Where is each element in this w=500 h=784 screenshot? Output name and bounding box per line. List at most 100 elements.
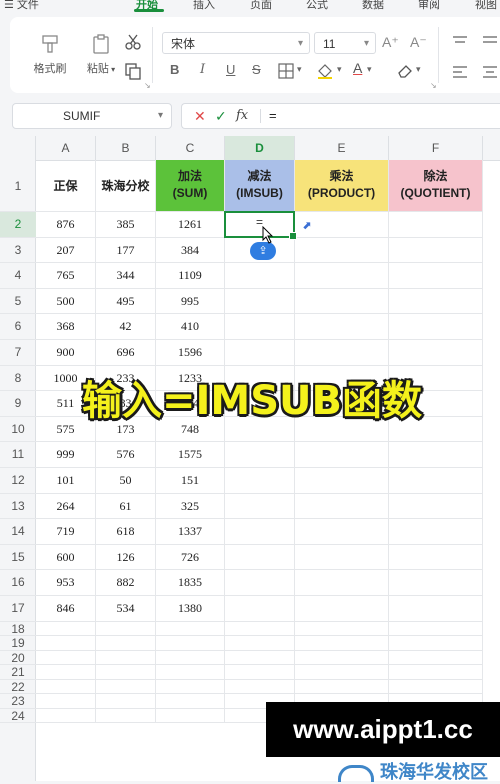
menu-item-4[interactable]: 公式 bbox=[306, 0, 328, 12]
strikethrough-button[interactable]: S bbox=[252, 62, 261, 77]
copy-icon[interactable] bbox=[124, 62, 142, 80]
cell-a14[interactable]: 719 bbox=[36, 519, 96, 545]
header-cell-c[interactable]: 加法 (SUM) bbox=[156, 160, 225, 212]
row-header-5[interactable]: 5 bbox=[0, 289, 36, 315]
cell-d11[interactable] bbox=[225, 442, 295, 468]
cell-a6[interactable]: 368 bbox=[36, 314, 96, 340]
cell-f4[interactable] bbox=[389, 263, 483, 289]
cell-e19[interactable] bbox=[295, 636, 389, 651]
row-header-13[interactable]: 13 bbox=[0, 494, 36, 520]
row-header-10[interactable]: 10 bbox=[0, 417, 36, 443]
cell-b6[interactable]: 42 bbox=[96, 314, 156, 340]
cell-a13[interactable]: 264 bbox=[36, 493, 96, 520]
cell-a24[interactable] bbox=[36, 708, 96, 724]
cell-f17[interactable] bbox=[389, 596, 483, 622]
cell-c16[interactable]: 1835 bbox=[156, 570, 225, 596]
cell-f22[interactable] bbox=[389, 679, 483, 695]
underline-button[interactable]: U bbox=[226, 62, 235, 77]
chevron-down-icon[interactable]: ▾ bbox=[158, 104, 163, 128]
menu-item-6[interactable]: 审阅 bbox=[418, 0, 440, 12]
cell-c6[interactable]: 410 bbox=[156, 314, 225, 340]
row-header-22[interactable]: 22 bbox=[0, 680, 36, 695]
cell-d5[interactable] bbox=[225, 288, 295, 315]
cell-b13[interactable]: 61 bbox=[96, 493, 156, 520]
cell-e16[interactable] bbox=[295, 570, 389, 596]
cell-a12[interactable]: 101 bbox=[36, 468, 96, 494]
row-header-9[interactable]: 9 bbox=[0, 391, 36, 417]
format-painter-button[interactable]: 格式刷 bbox=[30, 33, 70, 76]
column-header-f[interactable]: F bbox=[389, 136, 483, 160]
align-top-icon[interactable] bbox=[482, 35, 498, 49]
cell-b11[interactable]: 576 bbox=[96, 442, 156, 468]
align-left-icon[interactable] bbox=[452, 65, 468, 79]
cell-b2[interactable]: 385 bbox=[96, 212, 156, 238]
chevron-down-icon[interactable]: ▾ bbox=[367, 64, 372, 75]
cell-d14[interactable] bbox=[225, 519, 295, 545]
header-cell-a[interactable]: 正保 bbox=[36, 160, 96, 212]
cell-b4[interactable]: 344 bbox=[96, 263, 156, 289]
cell-d18[interactable] bbox=[225, 621, 295, 637]
cell-f16[interactable] bbox=[389, 570, 483, 596]
cell-e6[interactable] bbox=[295, 314, 389, 340]
cell-a17[interactable]: 846 bbox=[36, 596, 96, 622]
fill-color-icon[interactable] bbox=[316, 62, 334, 80]
cell-a19[interactable] bbox=[36, 636, 96, 651]
cell-b20[interactable] bbox=[96, 650, 156, 666]
cell-e13[interactable] bbox=[295, 493, 389, 520]
cell-c11[interactable]: 1575 bbox=[156, 442, 225, 468]
cell-b16[interactable]: 882 bbox=[96, 570, 156, 596]
cell-c15[interactable]: 726 bbox=[156, 544, 225, 571]
name-box[interactable]: SUMIF ▾ bbox=[12, 103, 172, 129]
cell-a21[interactable] bbox=[36, 665, 96, 680]
row-header-15[interactable]: 15 bbox=[0, 545, 36, 571]
row-header-12[interactable]: 12 bbox=[0, 468, 36, 494]
cell-c5[interactable]: 995 bbox=[156, 288, 225, 315]
cell-d22[interactable] bbox=[225, 679, 295, 695]
cell-e15[interactable] bbox=[295, 544, 389, 571]
scissors-icon[interactable] bbox=[124, 33, 142, 51]
row-header-18[interactable]: 18 bbox=[0, 622, 36, 637]
cell-d13[interactable] bbox=[225, 493, 295, 520]
border-icon[interactable] bbox=[278, 63, 294, 79]
cell-d7[interactable] bbox=[225, 340, 295, 366]
row-header-23[interactable]: 23 bbox=[0, 694, 36, 709]
menu-item-0[interactable]: ☰ 文件 bbox=[4, 0, 39, 12]
menu-item-3[interactable]: 页面 bbox=[250, 0, 272, 12]
cell-c24[interactable] bbox=[156, 708, 225, 724]
row-header-19[interactable]: 19 bbox=[0, 636, 36, 651]
column-header-d[interactable]: D bbox=[225, 136, 295, 160]
row-header-7[interactable]: 7 bbox=[0, 340, 36, 366]
cell-c12[interactable]: 151 bbox=[156, 468, 225, 494]
column-header-a[interactable]: A bbox=[36, 136, 96, 160]
bold-button[interactable]: B bbox=[170, 62, 179, 77]
eraser-icon[interactable] bbox=[396, 62, 414, 80]
cell-e21[interactable] bbox=[295, 665, 389, 680]
cell-c14[interactable]: 1337 bbox=[156, 519, 225, 545]
cell-d16[interactable] bbox=[225, 570, 295, 596]
column-header-e[interactable]: E bbox=[295, 136, 389, 160]
cell-d4[interactable] bbox=[225, 263, 295, 289]
cell-e7[interactable] bbox=[295, 340, 389, 366]
cell-a2[interactable]: 876 bbox=[36, 212, 96, 238]
row-header-2[interactable]: 2 bbox=[0, 212, 36, 238]
cell-a7[interactable]: 900 bbox=[36, 340, 96, 366]
cancel-icon[interactable]: ✕ bbox=[194, 104, 206, 128]
menu-item-2[interactable]: 插入 bbox=[193, 0, 215, 12]
cell-a20[interactable] bbox=[36, 650, 96, 666]
header-cell-e[interactable]: 乘法 (PRODUCT) bbox=[295, 160, 389, 212]
cell-b24[interactable] bbox=[96, 708, 156, 724]
cell-f13[interactable] bbox=[389, 493, 483, 520]
cell-c2[interactable]: 1261 bbox=[156, 212, 225, 238]
row-header-21[interactable]: 21 bbox=[0, 665, 36, 680]
italic-button[interactable]: I bbox=[200, 62, 205, 77]
header-cell-f[interactable]: 除法 (QUOTIENT) bbox=[389, 160, 483, 212]
row-header-1[interactable]: 1 bbox=[0, 160, 36, 212]
cell-f6[interactable] bbox=[389, 314, 483, 340]
decrease-font-button[interactable]: A⁻ bbox=[410, 34, 427, 51]
cell-b14[interactable]: 618 bbox=[96, 519, 156, 545]
cell-d12[interactable] bbox=[225, 468, 295, 494]
confirm-icon[interactable]: ✓ bbox=[215, 104, 227, 128]
row-header-16[interactable]: 16 bbox=[0, 570, 36, 596]
fx-icon[interactable]: fx bbox=[236, 104, 248, 128]
row-header-4[interactable]: 4 bbox=[0, 263, 36, 289]
